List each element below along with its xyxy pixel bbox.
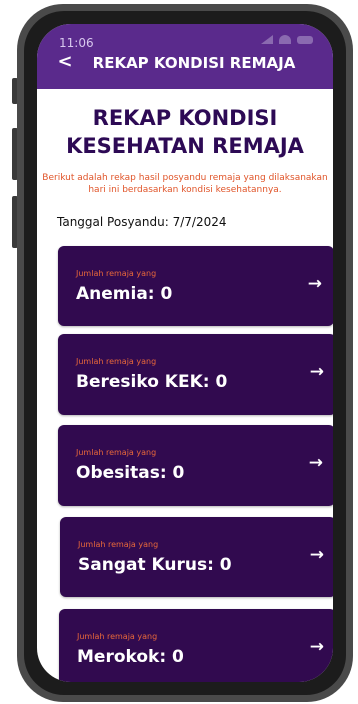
card-merokok[interactable]: Jumlah remaja yang Merokok: 0 → (59, 609, 333, 682)
card-value: Obesitas: 0 (76, 463, 185, 483)
card-beresiko-kek[interactable]: Jumlah remaja yang Beresiko KEK: 0 → (58, 334, 333, 415)
signal-icon (261, 35, 273, 44)
card-value: Anemia: 0 (76, 284, 173, 304)
arrow-right-icon[interactable]: → (310, 545, 324, 565)
page-heading: REKAP KONDISI KESEHATAN REMAJA (37, 104, 333, 160)
page-subtitle: Berikut adalah rekap hasil posyandu rema… (42, 173, 328, 195)
arrow-right-icon[interactable]: → (310, 637, 324, 657)
wifi-icon (279, 35, 291, 44)
posyandu-date: Tanggal Posyandu: 7/7/2024 (57, 215, 227, 229)
page-heading-line-1: REKAP KONDISI (92, 106, 278, 130)
status-time: 11:06 (59, 36, 94, 50)
page-heading-line-2: KESEHATAN REMAJA (66, 134, 304, 158)
phone-bezel: 11:06 < REKAP KONDISI REMAJA REKAP KONDI… (24, 11, 346, 695)
arrow-right-icon[interactable]: → (308, 274, 322, 294)
phone-screen: 11:06 < REKAP KONDISI REMAJA REKAP KONDI… (37, 24, 333, 682)
phone-frame: 11:06 < REKAP KONDISI REMAJA REKAP KONDI… (17, 4, 353, 702)
battery-icon (297, 35, 313, 44)
card-obesitas[interactable]: Jumlah remaja yang Obesitas: 0 → (58, 425, 333, 506)
card-value: Beresiko KEK: 0 (76, 372, 228, 392)
arrow-right-icon[interactable]: → (309, 453, 323, 473)
arrow-right-icon[interactable]: → (310, 362, 324, 382)
device-stage: 11:06 < REKAP KONDISI REMAJA REKAP KONDI… (0, 0, 358, 704)
card-value: Sangat Kurus: 0 (78, 555, 232, 575)
card-label: Jumlah remaja yang (76, 448, 157, 457)
card-label: Jumlah remaja yang (77, 632, 158, 641)
card-value: Merokok: 0 (77, 647, 184, 667)
app-bar-title: REKAP KONDISI REMAJA (92, 54, 296, 72)
card-label: Jumlah remaja yang (76, 357, 157, 366)
card-anemia[interactable]: Jumlah remaja yang Anemia: 0 → (58, 246, 333, 326)
app-bar: 11:06 < REKAP KONDISI REMAJA (37, 24, 333, 89)
status-icons (261, 35, 313, 44)
card-sangat-kurus[interactable]: Jumlah remaja yang Sangat Kurus: 0 → (60, 517, 333, 597)
card-label: Jumlah remaja yang (78, 540, 159, 549)
card-label: Jumlah remaja yang (76, 269, 157, 278)
